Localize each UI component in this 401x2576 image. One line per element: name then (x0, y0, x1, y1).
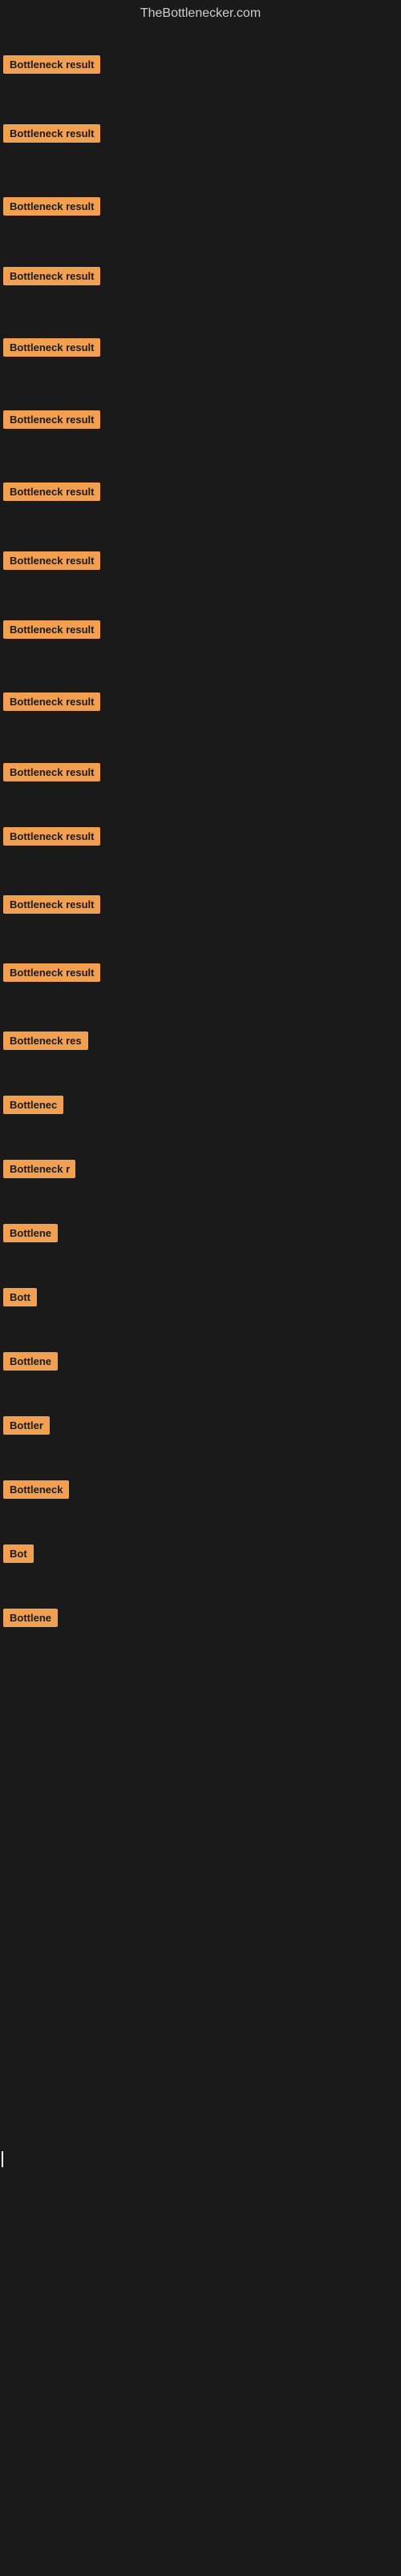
bottleneck-result-badge[interactable]: Bottleneck result (3, 410, 100, 429)
list-item[interactable]: Bott (0, 1282, 40, 1317)
bottleneck-result-badge[interactable]: Bot (3, 1544, 34, 1563)
bottleneck-result-badge[interactable]: Bottleneck result (3, 338, 100, 357)
bottleneck-result-badge[interactable]: Bottleneck result (3, 827, 100, 846)
list-item[interactable]: Bottleneck (0, 1474, 72, 1509)
list-item[interactable]: Bottleneck result (0, 332, 103, 367)
list-item[interactable]: Bottleneck result (0, 118, 103, 153)
list-item[interactable]: Bottlenec (0, 1089, 67, 1124)
list-item[interactable]: Bottlene (0, 1346, 61, 1381)
bottleneck-result-badge[interactable]: Bottlenec (3, 1096, 63, 1114)
list-item[interactable]: Bottleneck result (0, 614, 103, 649)
list-item[interactable]: Bottlene (0, 1602, 61, 1637)
list-item[interactable]: Bottleneck result (0, 821, 103, 856)
site-title: TheBottlenecker.com (0, 0, 401, 27)
bottleneck-result-badge[interactable]: Bottlene (3, 1352, 58, 1371)
bottleneck-result-badge[interactable]: Bottleneck r (3, 1160, 75, 1178)
list-item[interactable]: Bottleneck result (0, 889, 103, 924)
list-item[interactable]: Bottleneck result (0, 476, 103, 511)
bottleneck-result-badge[interactable]: Bottleneck result (3, 267, 100, 285)
list-item[interactable]: Bottleneck result (0, 957, 103, 992)
list-item[interactable]: Bottler (0, 1410, 53, 1445)
list-item[interactable]: Bottleneck result (0, 757, 103, 792)
list-item[interactable]: Bottleneck result (0, 49, 103, 84)
bottleneck-result-badge[interactable]: Bottleneck result (3, 551, 100, 570)
bottleneck-result-badge[interactable]: Bottleneck result (3, 482, 100, 501)
bottleneck-result-badge[interactable]: Bottler (3, 1416, 50, 1435)
bottleneck-result-badge[interactable]: Bottleneck result (3, 620, 100, 639)
list-item[interactable]: Bottleneck result (0, 260, 103, 296)
list-item[interactable]: Bottleneck result (0, 191, 103, 226)
list-item[interactable]: Bottleneck res (0, 1025, 91, 1060)
bottleneck-result-badge[interactable]: Bottlene (3, 1224, 58, 1242)
bottleneck-result-badge[interactable]: Bottleneck result (3, 895, 100, 914)
bottleneck-result-badge[interactable]: Bottleneck result (3, 55, 100, 74)
bottleneck-result-badge[interactable]: Bottleneck result (3, 124, 100, 143)
bottleneck-result-badge[interactable]: Bottleneck result (3, 963, 100, 982)
list-item[interactable]: Bottleneck r (0, 1153, 79, 1189)
bottleneck-result-badge[interactable]: Bottleneck res (3, 1032, 88, 1050)
bottleneck-result-badge[interactable]: Bottleneck (3, 1480, 69, 1499)
bottleneck-result-badge[interactable]: Bottlene (3, 1609, 58, 1627)
list-item[interactable]: Bottlene (0, 1217, 61, 1253)
list-item[interactable]: Bot (0, 1538, 37, 1573)
bottleneck-result-badge[interactable]: Bottleneck result (3, 197, 100, 216)
bottleneck-result-badge[interactable]: Bottleneck result (3, 763, 100, 781)
list-item[interactable]: Bottleneck result (0, 404, 103, 439)
text-cursor (2, 2151, 3, 2167)
bottleneck-result-badge[interactable]: Bott (3, 1288, 37, 1306)
list-item[interactable]: Bottleneck result (0, 545, 103, 580)
list-item[interactable]: Bottleneck result (0, 686, 103, 721)
bottleneck-result-badge[interactable]: Bottleneck result (3, 692, 100, 711)
